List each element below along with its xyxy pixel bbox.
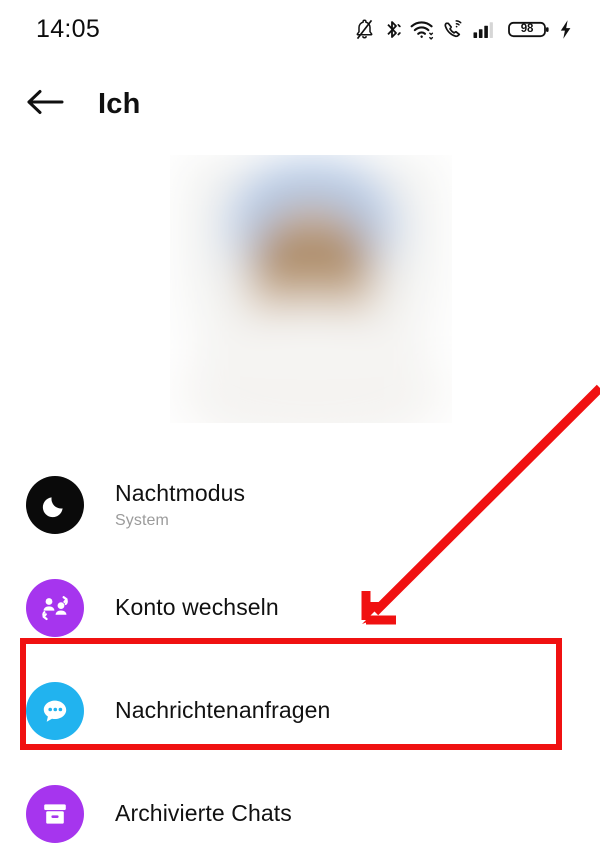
back-button[interactable] (14, 73, 76, 135)
menu-item-title: Archivierte Chats (115, 800, 292, 827)
moon-icon (26, 476, 84, 534)
page-title: Ich (98, 87, 141, 120)
wifi-calling-icon (443, 19, 464, 40)
bluetooth-icon (383, 19, 401, 40)
menu-item-text: Nachrichtenanfragen (115, 697, 330, 724)
menu-item-title: Konto wechseln (115, 594, 279, 621)
status-clock: 14:05 (36, 14, 101, 43)
battery-level-text: 98 (520, 23, 534, 35)
status-icon-tray: 98 (355, 18, 572, 40)
menu-item-text: Konto wechseln (115, 594, 279, 621)
menu-item-nachtmodus[interactable]: Nachtmodus System (0, 452, 600, 558)
profile-photo-area (0, 150, 600, 432)
menu-item-archivierte-chats[interactable]: Archivierte Chats (0, 764, 600, 864)
cellular-signal-icon (473, 19, 499, 40)
battery-icon: 98 (508, 19, 550, 40)
wifi-icon (410, 19, 434, 40)
menu-item-title: Nachrichtenanfragen (115, 697, 331, 724)
status-bar: 14:05 98 (0, 0, 600, 58)
menu-item-subtitle: System (115, 511, 169, 529)
message-requests-icon (26, 682, 84, 740)
profile-photo[interactable] (170, 155, 452, 423)
back-arrow-icon (26, 87, 64, 122)
switch-account-icon (26, 579, 84, 637)
charging-bolt-icon (559, 19, 572, 40)
menu-item-nachrichtenanfragen[interactable]: Nachrichtenanfragen (0, 658, 600, 764)
menu-item-text: Archivierte Chats (115, 800, 292, 827)
archive-box-icon (26, 785, 84, 843)
app-bar: Ich (0, 58, 600, 150)
menu-item-title: Nachtmodus (115, 480, 246, 507)
notifications-muted-icon (355, 18, 374, 40)
settings-menu: Nachtmodus System Konto wechseln Nachric… (0, 452, 600, 864)
menu-item-konto-wechseln[interactable]: Konto wechseln (0, 558, 600, 658)
menu-item-text: Nachtmodus System (115, 480, 245, 529)
